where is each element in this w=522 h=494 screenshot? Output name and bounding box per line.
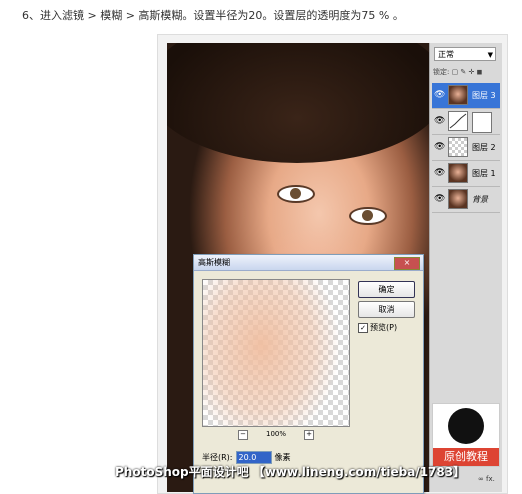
eye-icon[interactable]: 👁: [434, 90, 445, 100]
radius-label: 半径(R):: [202, 453, 233, 462]
layer-thumbnail: [448, 137, 468, 157]
layer-row[interactable]: 👁 图层 2: [432, 135, 500, 161]
zoom-in-button[interactable]: +: [304, 430, 314, 440]
gaussian-blur-dialog: 高斯模糊 × 确定 取消 ✓预览(P) − 100% + 半径(R): 像素: [193, 254, 424, 494]
ok-button[interactable]: 确定: [358, 281, 415, 298]
layer-name: 图层 3: [472, 91, 496, 100]
layer-row[interactable]: 👁 背景: [432, 187, 500, 213]
blur-preview[interactable]: [202, 279, 350, 427]
hair-shape: [167, 43, 429, 163]
preview-label: 预览(P): [370, 323, 398, 332]
blend-mode-value: 正常: [438, 50, 454, 59]
layer-thumbnail: [448, 85, 468, 105]
zoom-value: 100%: [265, 430, 286, 438]
blend-mode-select[interactable]: 正常 ▼: [434, 47, 496, 61]
watermark: PhotoShop平面设计吧 【www.lineng.com/tieba/178…: [115, 465, 466, 479]
layer-row[interactable]: 👁 图层 1: [432, 161, 500, 187]
site-logo: 原创教程: [432, 403, 500, 467]
zoom-out-button[interactable]: −: [238, 430, 248, 440]
layer-name: 背景: [472, 195, 488, 204]
logo-mark-icon: [448, 408, 484, 444]
layer-row[interactable]: 👁 图层 3: [432, 83, 500, 109]
layer-thumbnail: [448, 163, 468, 183]
dialog-titlebar: 高斯模糊 ×: [194, 255, 423, 271]
eye-icon[interactable]: 👁: [434, 168, 445, 178]
eye-icon[interactable]: 👁: [434, 194, 445, 204]
unit-label: 像素: [274, 453, 291, 462]
left-eye: [277, 185, 315, 203]
layer-mask-thumbnail: [472, 112, 492, 133]
lock-row: 锁定: ▢ ✎ ✛ ◼: [433, 67, 482, 77]
eye-icon[interactable]: 👁: [434, 142, 445, 152]
chevron-down-icon: ▼: [487, 51, 493, 59]
lock-label: 锁定:: [433, 68, 450, 76]
preview-checkbox[interactable]: ✓ 预览(P): [358, 322, 397, 333]
zoom-control: − 100% +: [238, 430, 314, 440]
checkbox-check-icon[interactable]: ✓: [358, 322, 368, 333]
layer-thumbnail: [448, 189, 468, 209]
eye-icon[interactable]: 👁: [434, 116, 445, 126]
curves-adjustment-icon: [448, 111, 468, 131]
panel-footer-icons[interactable]: ∞ fx.: [478, 475, 495, 483]
right-eye: [349, 207, 387, 225]
layer-name: 图层 1: [472, 169, 496, 178]
layer-name: 图层 2: [472, 143, 496, 152]
step-caption: 6、进入滤镜 > 模糊 > 高斯模糊。设置半径为20。设置层的透明度为75 % …: [22, 9, 404, 22]
close-button[interactable]: ×: [394, 257, 420, 270]
cancel-button[interactable]: 取消: [358, 301, 415, 318]
dialog-title: 高斯模糊: [198, 258, 230, 267]
curve-icon: [449, 113, 467, 129]
layer-row[interactable]: 👁: [432, 109, 500, 135]
lock-icons[interactable]: ▢ ✎ ✛ ◼: [452, 68, 483, 76]
